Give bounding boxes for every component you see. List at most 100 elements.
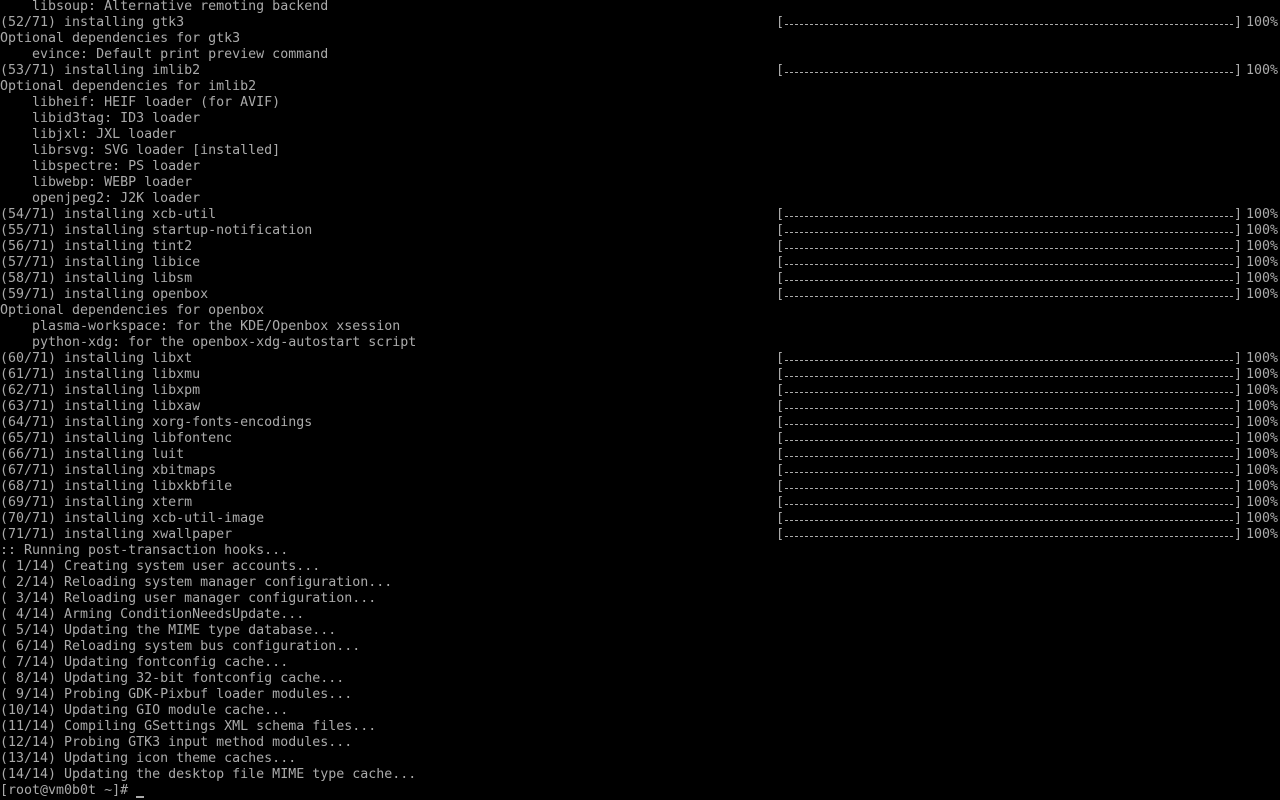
line-text: (64/71) installing xorg-fonts-encodings [0, 416, 313, 430]
progress-bar-fill [785, 376, 1233, 378]
line-text: (10/14) Updating GIO module cache... [0, 704, 289, 718]
progress-percent: 100% [1246, 496, 1279, 510]
output-line: libsoup: Alternative remoting backend [0, 0, 1280, 16]
progress-bar-open-bracket: [ [776, 272, 785, 286]
install-progress-line: (65/71) installing libfontenc [] 100% [0, 432, 1280, 448]
progress-bar: [] [776, 448, 1242, 464]
progress-bar-fill [785, 520, 1233, 522]
progress-percent: 100% [1246, 448, 1279, 462]
progress-bar-track [785, 256, 1233, 272]
progress-bar-track [785, 464, 1233, 480]
progress-bar-track [785, 512, 1233, 528]
shell-prompt: [root@vm0b0t ~]# [0, 784, 137, 798]
line-text: Optional dependencies for openbox [0, 304, 265, 318]
output-line: (11/14) Compiling GSettings XML schema f… [0, 720, 1280, 736]
line-text: (54/71) installing xcb-util [0, 208, 217, 222]
line-text: ( 5/14) Updating the MIME type database.… [0, 624, 337, 638]
line-text: (68/71) installing libxkbfile [0, 480, 233, 494]
progress-percent: 100% [1246, 240, 1279, 254]
install-progress-line: (63/71) installing libxaw [] 100% [0, 400, 1280, 416]
progress-bar-open-bracket: [ [776, 448, 785, 462]
line-text: (71/71) installing xwallpaper [0, 528, 233, 542]
output-line: Optional dependencies for imlib2 [0, 80, 1280, 96]
line-text: ( 3/14) Reloading user manager configura… [0, 592, 377, 606]
line-text: ( 8/14) Updating 32-bit fontconfig cache… [0, 672, 345, 686]
line-text: (11/14) Compiling GSettings XML schema f… [0, 720, 377, 734]
install-progress-line: (54/71) installing xcb-util [] 100% [0, 208, 1280, 224]
install-progress-line: (61/71) installing libxmu [] 100% [0, 368, 1280, 384]
install-progress-line: (67/71) installing xbitmaps [] 100% [0, 464, 1280, 480]
progress-bar-fill [785, 216, 1233, 218]
progress-bar-close-bracket: ] [1233, 256, 1242, 270]
terminal-window[interactable]: libsoup: Alternative remoting backend (52… [0, 0, 1280, 800]
progress-bar: [] [776, 400, 1242, 416]
line-text: (63/71) installing libxaw [0, 400, 201, 414]
install-progress-line: (58/71) installing libsm [] 100% [0, 272, 1280, 288]
shell-prompt-line[interactable]: [root@vm0b0t ~]# [0, 784, 1280, 800]
progress-bar-close-bracket: ] [1233, 480, 1242, 494]
progress-bar-close-bracket: ] [1233, 448, 1242, 462]
output-line: librsvg: SVG loader [installed] [0, 144, 1280, 160]
progress-bar-fill [785, 264, 1233, 266]
progress-bar-open-bracket: [ [776, 528, 785, 542]
output-line: (14/14) Updating the desktop file MIME t… [0, 768, 1280, 784]
progress-bar-close-bracket: ] [1233, 368, 1242, 382]
install-progress-line: (55/71) installing startup-notification [… [0, 224, 1280, 240]
line-text: (56/71) installing tint2 [0, 240, 193, 254]
line-text: (58/71) installing libsm [0, 272, 193, 286]
line-text: librsvg: SVG loader [installed] [0, 144, 281, 158]
progress-bar-track [785, 432, 1233, 448]
line-text: (59/71) installing openbox [0, 288, 209, 302]
progress-bar-open-bracket: [ [776, 256, 785, 270]
progress-bar-fill [785, 456, 1233, 458]
output-line: ( 5/14) Updating the MIME type database.… [0, 624, 1280, 640]
install-progress-line: (56/71) installing tint2 [] 100% [0, 240, 1280, 256]
progress-bar-close-bracket: ] [1233, 432, 1242, 446]
progress-bar: [] [776, 256, 1242, 272]
line-text: (67/71) installing xbitmaps [0, 464, 217, 478]
progress-bar-fill [785, 504, 1233, 506]
line-text: (53/71) installing imlib2 [0, 64, 201, 78]
progress-bar: [] [776, 352, 1242, 368]
progress-bar-track [785, 64, 1233, 80]
install-progress-line: (57/71) installing libice [] 100% [0, 256, 1280, 272]
progress-bar-close-bracket: ] [1233, 16, 1242, 30]
progress-bar-track [785, 496, 1233, 512]
line-text: libwebp: WEBP loader [0, 176, 193, 190]
progress-bar-fill [785, 248, 1233, 250]
line-text: ( 2/14) Reloading system manager configu… [0, 576, 393, 590]
progress-bar: [] [776, 416, 1242, 432]
line-text: :: Running post-transaction hooks... [0, 544, 289, 558]
progress-bar-close-bracket: ] [1233, 64, 1242, 78]
progress-bar-close-bracket: ] [1233, 416, 1242, 430]
progress-bar-open-bracket: [ [776, 480, 785, 494]
progress-bar-fill [785, 408, 1233, 410]
output-line: openjpeg2: J2K loader [0, 192, 1280, 208]
line-text: plasma-workspace: for the KDE/Openbox xs… [0, 320, 401, 334]
progress-bar-open-bracket: [ [776, 368, 785, 382]
progress-bar-fill [785, 280, 1233, 282]
progress-bar-fill [785, 232, 1233, 234]
progress-bar-fill [785, 296, 1233, 298]
progress-bar-track [785, 416, 1233, 432]
progress-percent: 100% [1246, 352, 1279, 366]
progress-bar-open-bracket: [ [776, 464, 785, 478]
progress-bar: [] [776, 240, 1242, 256]
output-line: ( 7/14) Updating fontconfig cache... [0, 656, 1280, 672]
progress-bar-track [785, 448, 1233, 464]
output-line: (10/14) Updating GIO module cache... [0, 704, 1280, 720]
line-text: openjpeg2: J2K loader [0, 192, 201, 206]
line-text: libheif: HEIF loader (for AVIF) [0, 96, 281, 110]
install-progress-line: (69/71) installing xterm [] 100% [0, 496, 1280, 512]
output-line: libid3tag: ID3 loader [0, 112, 1280, 128]
progress-percent: 100% [1246, 512, 1279, 526]
progress-percent: 100% [1246, 256, 1279, 270]
install-progress-line: (66/71) installing luit [] 100% [0, 448, 1280, 464]
progress-bar-open-bracket: [ [776, 240, 785, 254]
progress-bar-fill [785, 392, 1233, 394]
progress-percent: 100% [1246, 400, 1279, 414]
progress-bar-track [785, 288, 1233, 304]
progress-bar: [] [776, 16, 1242, 32]
install-progress-line: (60/71) installing libxt [] 100% [0, 352, 1280, 368]
progress-bar-track [785, 352, 1233, 368]
